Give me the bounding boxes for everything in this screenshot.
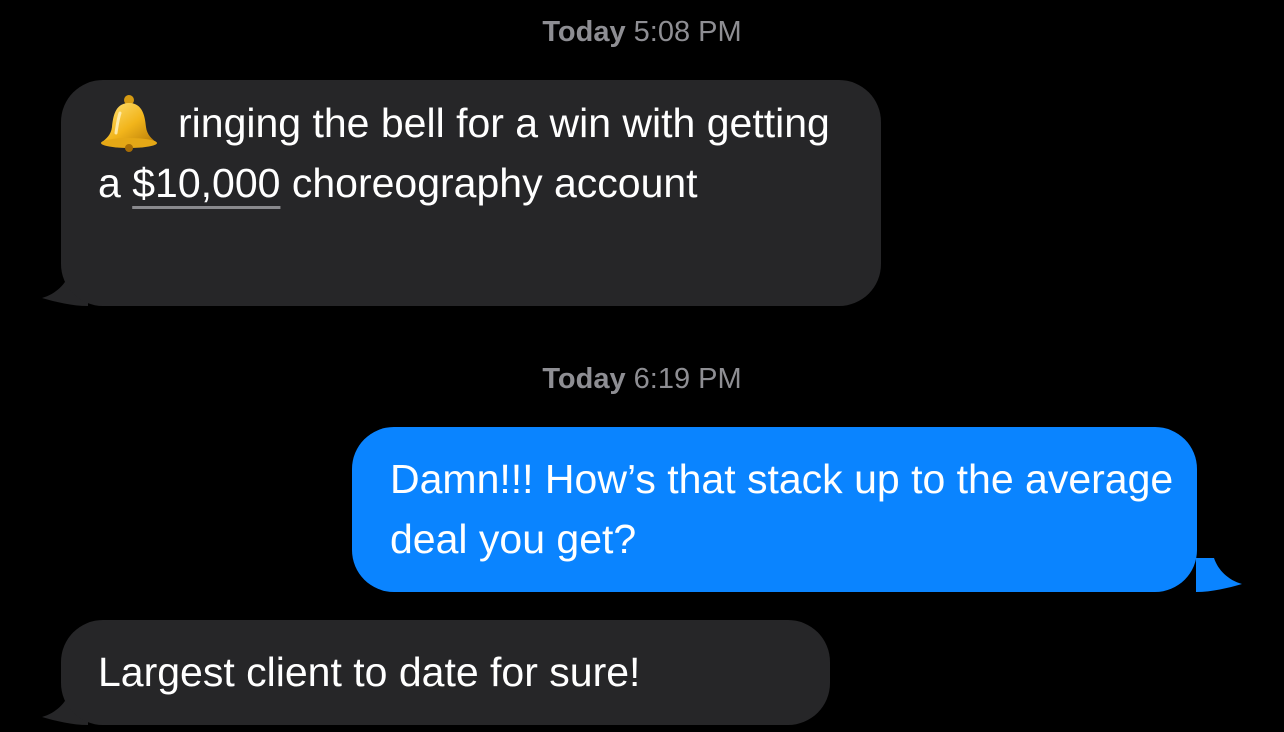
bubble-tail [1196, 558, 1242, 592]
timestamp-day: Today [542, 363, 626, 395]
bell-icon [98, 93, 160, 153]
message-text: Largest client to date for sure! [98, 649, 641, 695]
message-text: Damn!!! How’s that stack up to the avera… [390, 456, 1174, 562]
outgoing-message-bubble[interactable]: Damn!!! How’s that stack up to the avera… [352, 427, 1197, 592]
timestamp: Today 5:08 PM [0, 15, 1284, 49]
amount-link[interactable]: $10,000 [132, 160, 280, 206]
timestamp-time: 5:08 PM [633, 16, 742, 48]
timestamp-time: 6:19 PM [633, 363, 742, 395]
incoming-message-bubble[interactable]: ringing the bell for a win with getting … [61, 80, 881, 306]
timestamp: Today 6:19 PM [0, 362, 1284, 396]
incoming-message-bubble[interactable]: Largest client to date for sure! [61, 620, 830, 725]
message-text: choreography account [291, 160, 698, 206]
timestamp-day: Today [542, 16, 626, 48]
